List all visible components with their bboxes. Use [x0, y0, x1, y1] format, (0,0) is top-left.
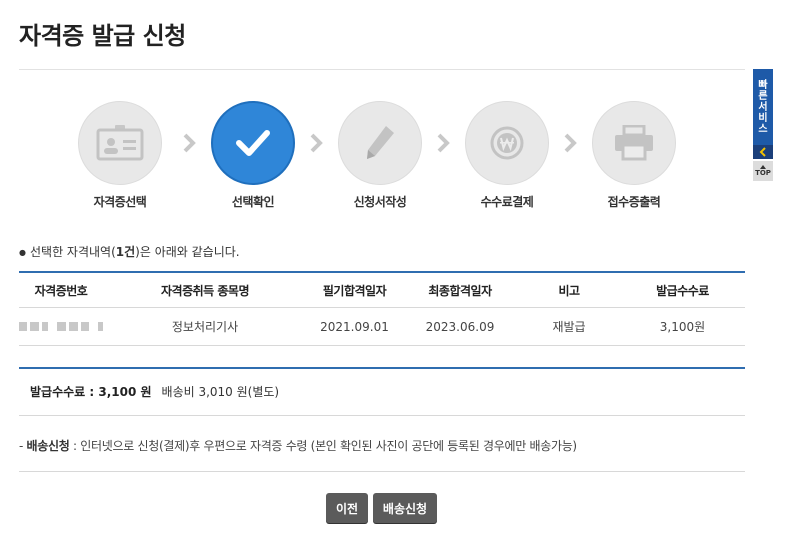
- quick-menu-toggle[interactable]: [753, 145, 773, 159]
- delivery-note-title: 배송신청: [26, 439, 70, 453]
- id-card-icon: [96, 125, 144, 161]
- quick-service-menu: 빠 른 서 비 스 TOP: [753, 69, 773, 181]
- chevron-left-icon: [759, 147, 766, 157]
- redacted-value: [19, 321, 103, 331]
- checkmark-icon: [236, 130, 270, 156]
- quick-label-char: 서: [758, 101, 768, 113]
- step-label: 신청서작성: [353, 195, 407, 209]
- column-header: 필기합격일자: [322, 283, 387, 298]
- progress-steps: 자격증선택 선택확인 신청서작성 수수료결제 접수증출력: [0, 101, 787, 211]
- divider: [19, 415, 745, 416]
- bullet-icon: ●: [19, 248, 26, 257]
- quick-label-char: 빠: [758, 79, 768, 91]
- column-header: 최종합격일자: [428, 283, 492, 298]
- final-pass-date: 2023.06.09: [425, 319, 495, 334]
- table-header: 자격증번호 자격증취득 종목명 필기합격일자 최종합격일자 비고 발급수수료: [19, 273, 745, 308]
- issue-fee-summary: 발급수수료 : 3,100 원: [30, 385, 152, 399]
- step-certificate-select: 자격증선택: [60, 101, 180, 210]
- delivery-note-prefix: -: [19, 439, 27, 453]
- printer-icon: [615, 125, 653, 161]
- step-circle-active: [211, 101, 295, 185]
- step-application-write: 신청서작성: [320, 101, 440, 210]
- table-bottom-rule: [19, 367, 745, 369]
- quick-service-button[interactable]: 빠 른 서 비 스: [753, 69, 773, 145]
- step-selection-confirm: 선택확인: [193, 101, 313, 210]
- pencil-icon: [367, 126, 394, 159]
- issue-fee: 3,100원: [659, 320, 706, 334]
- step-fee-payment: 수수료결제: [447, 101, 567, 210]
- prev-button[interactable]: 이전: [326, 493, 368, 523]
- note: 재발급: [552, 320, 586, 334]
- selection-count: 1건: [115, 245, 136, 259]
- fee-summary: 발급수수료 : 3,100 원 배송비 3,010 원(별도): [30, 383, 279, 400]
- quick-label-char: 비: [758, 112, 768, 124]
- delivery-apply-button[interactable]: 배송신청: [373, 493, 437, 523]
- selection-info: ● 선택한 자격내역(1건)은 아래와 같습니다.: [19, 243, 240, 260]
- column-header: 발급수수료: [656, 283, 709, 298]
- step-label: 접수증출력: [607, 195, 661, 209]
- step-circle: [338, 101, 422, 185]
- step-circle: [78, 101, 162, 185]
- title-divider: [19, 69, 745, 70]
- quick-label-char: 스: [758, 123, 768, 135]
- column-header: 자격증취득 종목명: [161, 283, 250, 298]
- table-row: 정보처리기사 2021.09.01 2023.06.09 재발급 3,100원: [19, 308, 745, 346]
- delivery-note: - 배송신청 : 인터넷으로 신청(결제)후 우편으로 자격증 수령 (본인 확…: [19, 437, 577, 454]
- divider: [19, 471, 745, 472]
- scroll-top-button[interactable]: TOP: [753, 161, 773, 181]
- step-receipt-print: 접수증출력: [574, 101, 694, 210]
- cert-number-redacted: [19, 320, 103, 334]
- shipping-fee: 배송비 3,010 원(별도): [161, 385, 280, 399]
- step-circle: [465, 101, 549, 185]
- written-pass-date: 2021.09.01: [320, 319, 389, 334]
- delivery-note-text: : 인터넷으로 신청(결제)후 우편으로 자격증 수령 (본인 확인된 사진이 …: [69, 439, 577, 453]
- step-label: 선택확인: [231, 195, 275, 209]
- selection-info-suffix: )은 아래와 같습니다.: [135, 245, 240, 259]
- cert-name: 정보처리기사: [171, 320, 239, 334]
- page-title: 자격증 발급 신청: [19, 22, 186, 50]
- step-label: 수수료결제: [480, 195, 534, 209]
- step-label: 자격증선택: [93, 195, 147, 209]
- certificate-table: 자격증번호 자격증취득 종목명 필기합격일자 최종합격일자 비고 발급수수료 정…: [19, 271, 745, 346]
- step-circle: [592, 101, 676, 185]
- column-header: 자격증번호: [34, 283, 88, 298]
- quick-label-char: 른: [758, 90, 768, 102]
- selection-info-prefix: 선택한 자격내역(: [29, 245, 116, 259]
- scroll-top-label: TOP: [755, 169, 771, 177]
- won-coin-icon: [490, 126, 524, 160]
- column-header: 비고: [558, 283, 580, 298]
